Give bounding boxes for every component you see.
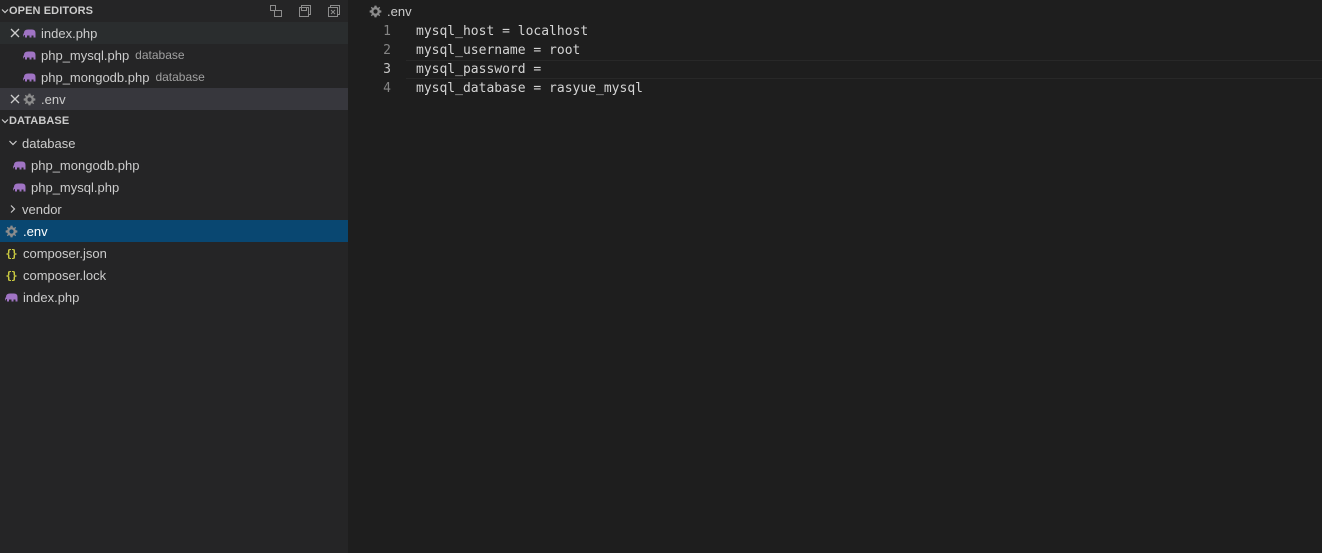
tree-file-index-php[interactable]: index.php [0,286,348,308]
close-icon[interactable] [8,88,22,110]
php-elephant-icon [22,22,36,44]
line-number: 2 [383,43,391,58]
json-braces-icon: {} [5,246,17,260]
line-number: 4 [383,81,391,96]
editor-breadcrumb[interactable]: .env [348,0,1322,22]
tree-file-env[interactable]: .env [0,220,348,242]
workspace-folder-header[interactable]: DATABASE [0,110,348,132]
open-editor-label: php_mongodb.php [41,69,150,85]
tree-item-label: composer.lock [23,267,107,283]
open-editor-folder-desc: database [135,48,185,62]
code-line[interactable]: 2 mysql_username = root [348,41,1322,60]
tree-folder-database[interactable]: database [0,132,348,154]
workspace-folder-title: DATABASE [9,115,70,127]
chevron-down-icon [0,117,9,125]
gear-icon [22,88,36,110]
open-editors-actions [268,0,342,22]
tree-file-php-mongodb[interactable]: php_mongodb.php [0,154,348,176]
gear-icon [4,220,18,242]
open-editor-label: .env [41,91,66,107]
open-editor-php-mongodb[interactable]: php_mongodb.php database [0,66,348,88]
line-number: 3 [383,62,391,77]
open-editor-env[interactable]: .env [0,88,348,110]
php-elephant-icon [22,44,36,66]
php-elephant-icon [12,176,26,198]
chevron-right-icon [6,198,20,220]
tree-item-label: .env [23,223,48,239]
open-editors-header[interactable]: OPEN EDITORS [0,0,348,22]
close-icon[interactable] [8,22,22,44]
chevron-down-icon [0,7,9,15]
code-line-current[interactable]: 3 mysql_password = [348,60,1322,79]
close-all-editors-icon[interactable] [326,3,342,19]
gear-icon [368,4,382,18]
line-text: mysql_database = rasyue_mysql [416,81,643,96]
php-elephant-icon [12,154,26,176]
php-elephant-icon [4,286,18,308]
explorer-sidebar: OPEN EDITORS index.php php_mysql.php dat… [0,0,348,553]
editor-file-title: .env [387,3,412,19]
line-text: mysql_username = root [416,43,581,58]
line-text: mysql_password = [416,62,550,77]
editor-pane[interactable]: .env 1 mysql_host = localhost 2 mysql_us… [348,0,1322,553]
tree-file-composer-lock[interactable]: {} composer.lock [0,264,348,286]
line-text: mysql_host = localhost [416,24,589,39]
tree-item-label: php_mysql.php [31,179,120,195]
open-editor-php-mysql[interactable]: php_mysql.php database [0,44,348,66]
open-editor-label: index.php [41,25,98,41]
php-elephant-icon [22,66,36,88]
code-line[interactable]: 4 mysql_database = rasyue_mysql [348,79,1322,98]
line-number: 1 [383,24,391,39]
open-editor-folder-desc: database [155,70,205,84]
new-untitled-file-icon[interactable] [268,3,284,19]
tree-folder-vendor[interactable]: vendor [0,198,348,220]
vscode-window: OPEN EDITORS index.php php_mysql.php dat… [0,0,1322,553]
open-editor-index-php[interactable]: index.php [0,22,348,44]
tree-item-label: php_mongodb.php [31,157,140,173]
tree-file-php-mysql[interactable]: php_mysql.php [0,176,348,198]
tree-item-label: vendor [22,201,62,217]
tree-item-label: database [22,135,76,151]
save-all-icon[interactable] [297,3,313,19]
chevron-down-icon [6,132,20,154]
tree-item-label: index.php [23,289,80,305]
code-line[interactable]: 1 mysql_host = localhost [348,22,1322,41]
tree-item-label: composer.json [23,245,107,261]
open-editors-title: OPEN EDITORS [9,5,94,17]
code-area[interactable]: 1 mysql_host = localhost 2 mysql_usernam… [348,22,1322,98]
json-braces-icon: {} [5,268,17,282]
tree-file-composer-json[interactable]: {} composer.json [0,242,348,264]
open-editor-label: php_mysql.php [41,47,130,63]
